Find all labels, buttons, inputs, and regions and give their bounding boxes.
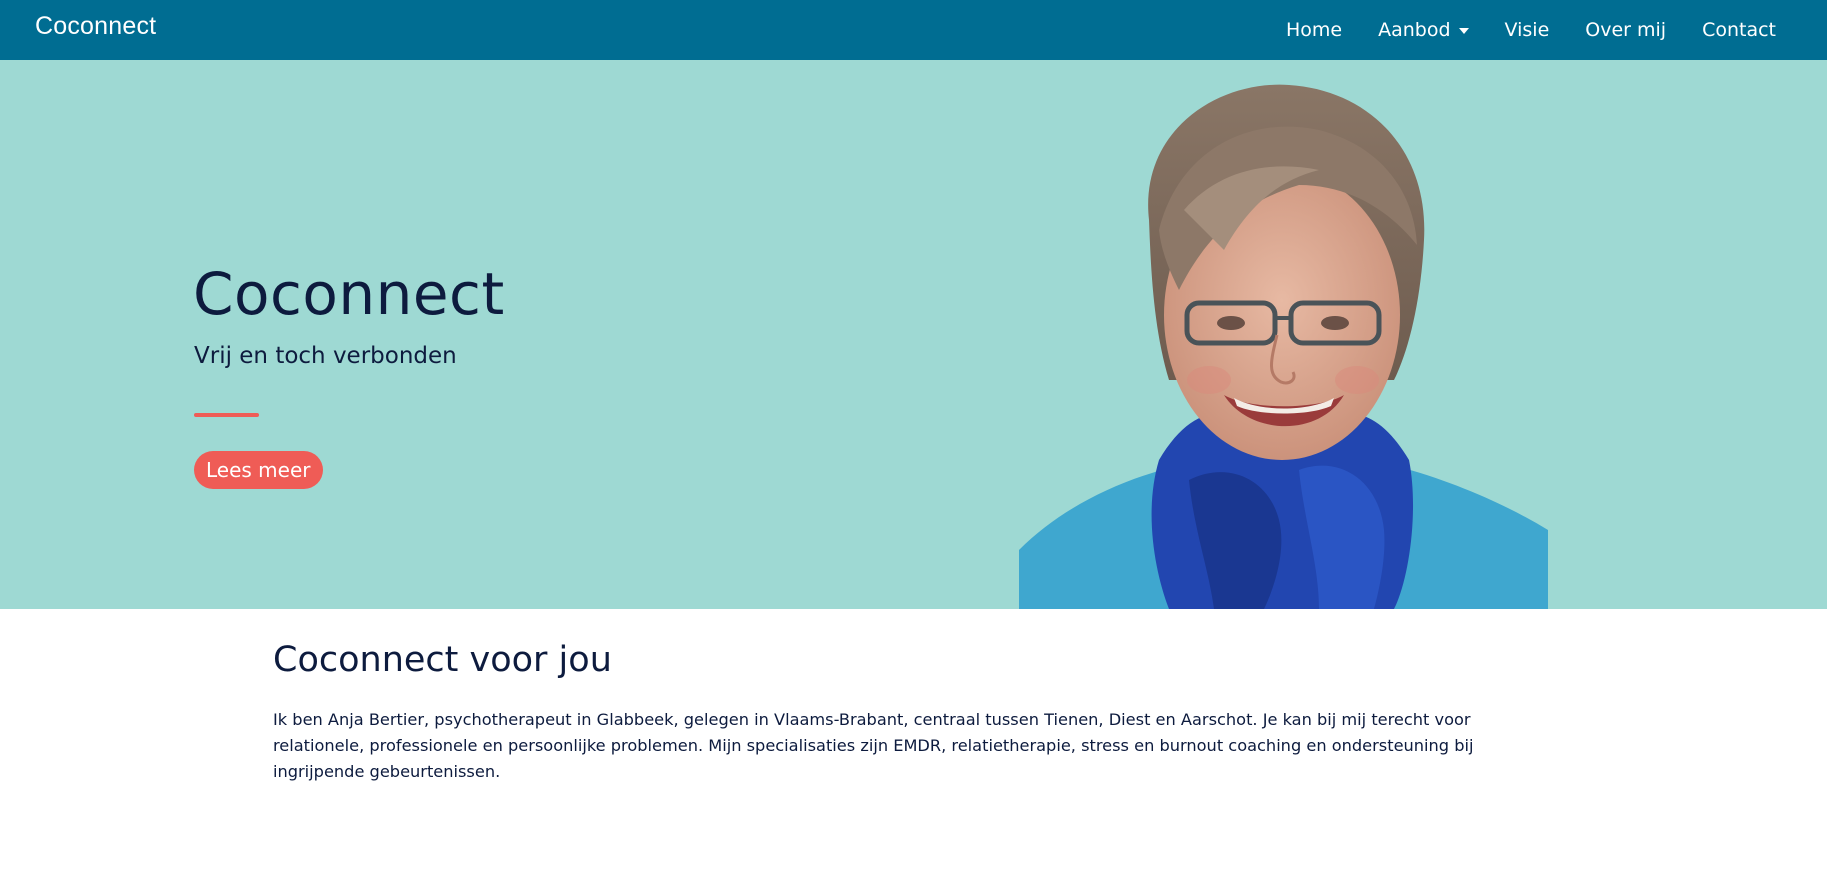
portrait-photo: [1019, 60, 1548, 609]
nav-links: Home Aanbod Visie Over mij Contact: [1250, 0, 1776, 60]
intro-title: Coconnect voor jou: [273, 640, 612, 680]
hero-section: Coconnect Vrij en toch verbonden Lees me…: [0, 60, 1827, 609]
nav-link-visie[interactable]: Visie: [1505, 19, 1550, 41]
hero-title: Coconnect: [193, 260, 505, 328]
nav-link-over-mij[interactable]: Over mij: [1585, 19, 1666, 41]
hero-subtitle: Vrij en toch verbonden: [194, 343, 457, 369]
lees-meer-button[interactable]: Lees meer: [194, 451, 323, 489]
nav-link-contact[interactable]: Contact: [1702, 19, 1776, 41]
nav-link-aanbod-dropdown[interactable]: Aanbod: [1378, 19, 1469, 41]
nav-link-home[interactable]: Home: [1286, 19, 1342, 41]
caret-down-icon: [1458, 28, 1469, 34]
hero-divider: [194, 413, 259, 417]
brand-logo-link[interactable]: Coconnect: [35, 12, 156, 41]
intro-paragraph: Ik ben Anja Bertier, psychotherapeut in …: [273, 710, 1474, 781]
nav-link-aanbod-label: Aanbod: [1378, 19, 1451, 41]
top-navbar: Coconnect Home Aanbod Visie Over mij Con…: [0, 0, 1827, 60]
intro-section: Coconnect voor jou Ik ben Anja Bertier, …: [273, 640, 1563, 785]
